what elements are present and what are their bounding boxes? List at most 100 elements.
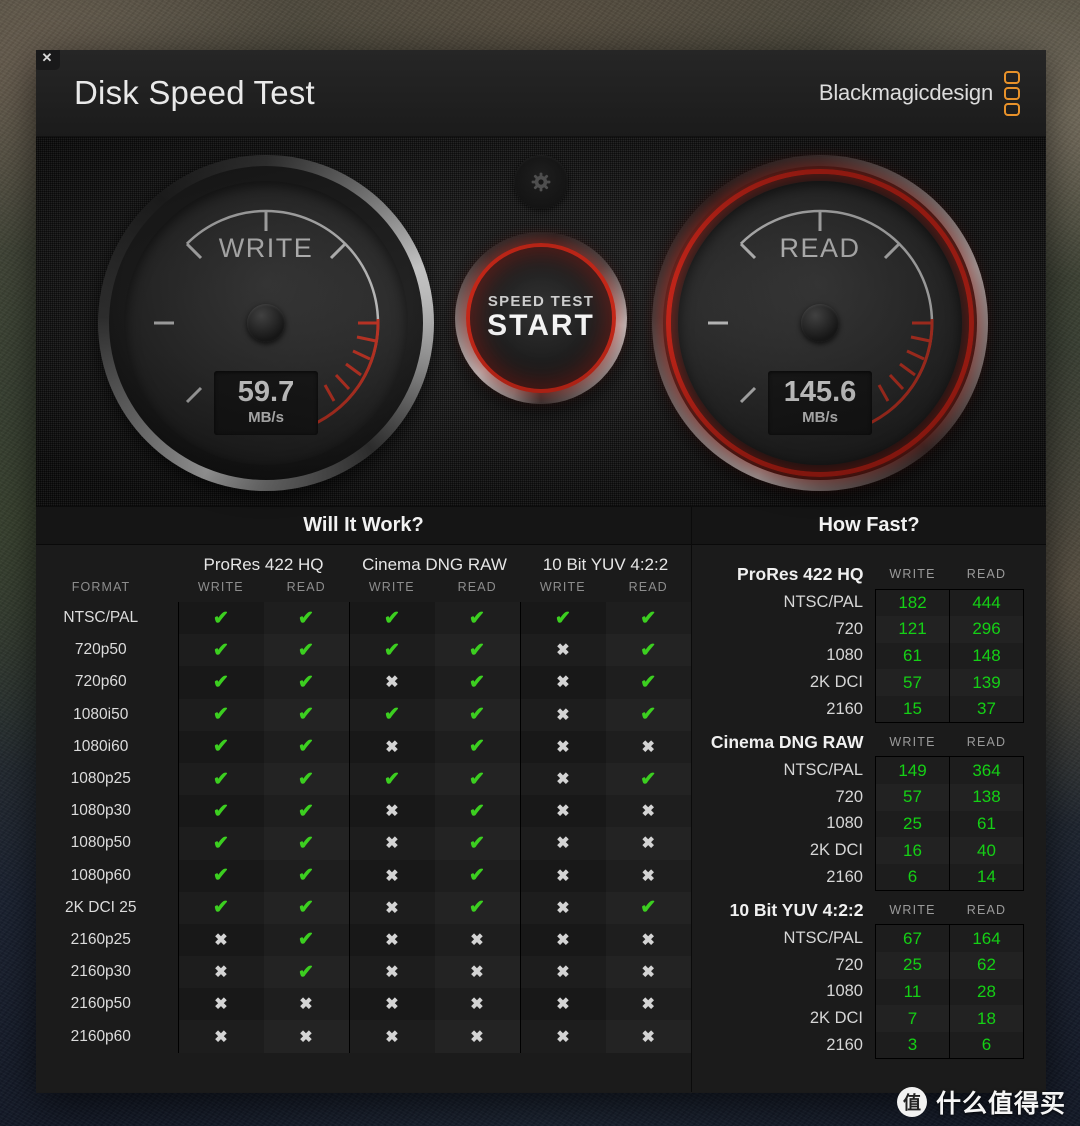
gauge-hub: [801, 304, 839, 342]
window-titlebar: Disk Speed Test Blackmagicdesign: [36, 50, 1046, 136]
row-label: 720: [835, 955, 863, 974]
supported-check-icon: ✔: [177, 666, 264, 699]
table-row: 1080i50 ✔ ✔ ✔ ✔ ✖ ✔: [36, 698, 691, 731]
settings-gear-button[interactable]: [514, 155, 568, 209]
supported-check-icon: ✔: [177, 730, 264, 763]
gauge-panel: WRITE 59.7 MB/s SPEED TEST START READ 14…: [36, 136, 1046, 507]
unsupported-cross-icon: ✖: [177, 956, 264, 989]
supported-check-icon: ✔: [177, 634, 264, 667]
speed-test-start-button[interactable]: SPEED TEST START: [455, 232, 627, 404]
read-speed-value: 164: [949, 924, 1024, 952]
start-button-inner: SPEED TEST START: [466, 243, 616, 393]
start-button-sublabel: SPEED TEST: [487, 293, 595, 310]
supported-check-icon: ✔: [263, 730, 349, 763]
table-row: 2160 3 6: [706, 1032, 1024, 1060]
group-name: 10 Bit YUV 4:2:2: [729, 899, 864, 920]
column-header: READ: [966, 903, 1007, 918]
unsupported-cross-icon: ✖: [519, 891, 606, 924]
wiw-sub-header-write: WRITE: [178, 577, 264, 602]
table-row: 1080p60 ✔ ✔ ✖ ✔ ✖ ✖: [36, 859, 691, 892]
how-fast-title: How Fast?: [692, 507, 1046, 545]
brand: Blackmagicdesign: [818, 70, 1020, 116]
row-label: NTSC/PAL: [783, 592, 863, 611]
unsupported-cross-icon: ✖: [605, 1020, 691, 1053]
read-speed-value: 296: [949, 615, 1024, 643]
supported-check-icon: ✔: [263, 602, 349, 635]
supported-check-icon: ✔: [434, 602, 520, 635]
supported-check-icon: ✔: [434, 634, 520, 667]
table-row: 1080 61 148: [706, 642, 1024, 670]
write-speed-value: 6: [875, 864, 950, 892]
wiw-group-header-row: FORMAT ProRes 422 HQ Cinema DNG RAW 10 B…: [36, 545, 691, 602]
brand-label: Blackmagicdesign: [818, 80, 993, 105]
table-row: 1080p50 ✔ ✔ ✖ ✔ ✖ ✖: [36, 827, 691, 860]
group-name: Cinema DNG RAW: [710, 731, 864, 752]
will-it-work-body: NTSC/PAL ✔ ✔ ✔ ✔ ✔ ✔ 720p50 ✔ ✔ ✔ ✔ ✖ ✔ 720p60 ✔ ✔ ✖ ✔ ✖ ✔ 10…: [36, 602, 691, 1053]
row-label: 720: [835, 619, 863, 638]
how-fast-panel: How Fast? ProRes 422 HQ WRITE READ NTSC/PAL…: [692, 507, 1046, 1092]
supported-check-icon: ✔: [263, 634, 349, 667]
read-gauge-label: READ: [779, 233, 861, 263]
page-title: Disk Speed Test: [74, 74, 315, 111]
write-speed-value: 16: [875, 837, 950, 865]
supported-check-icon: ✔: [263, 795, 349, 828]
write-speed-value: 57: [875, 783, 950, 811]
gear-icon: [531, 172, 551, 192]
unsupported-cross-icon: ✖: [348, 956, 435, 989]
will-it-work-table: FORMAT ProRes 422 HQ Cinema DNG RAW 10 B…: [36, 545, 691, 1053]
row-label: 1080: [826, 646, 863, 665]
write-unit: MB/s: [248, 409, 284, 426]
row-format-label: 720p50: [36, 634, 178, 667]
will-it-work-title: Will It Work?: [36, 507, 691, 545]
row-label: 2160: [826, 868, 863, 887]
supported-check-icon: ✔: [177, 698, 264, 731]
read-gauge: READ 145.6 MB/s: [652, 155, 988, 491]
unsupported-cross-icon: ✖: [605, 730, 691, 763]
supported-check-icon: ✔: [605, 666, 691, 699]
supported-check-icon: ✔: [263, 859, 349, 892]
supported-check-icon: ✔: [177, 795, 264, 828]
unsupported-cross-icon: ✖: [348, 1020, 435, 1053]
table-row: 2160p30 ✖ ✔ ✖ ✖ ✖ ✖: [36, 956, 691, 989]
column-header: READ: [966, 735, 1007, 750]
supported-check-icon: ✔: [263, 923, 349, 957]
write-readout: 59.7 MB/s: [214, 371, 318, 435]
row-label: 1080: [826, 982, 863, 1001]
supported-check-icon: ✔: [434, 666, 520, 699]
row-format-label: 1080p30: [36, 795, 178, 828]
wiw-group-header: Cinema DNG RAW: [349, 545, 520, 577]
unsupported-cross-icon: ✖: [519, 666, 606, 699]
wiw-group-header: 10 Bit YUV 4:2:2: [520, 545, 691, 577]
supported-check-icon: ✔: [177, 891, 264, 924]
row-label: 2K DCI: [809, 1009, 863, 1028]
write-speed-value: 149: [875, 756, 950, 784]
write-speed-value: 3: [875, 1032, 950, 1060]
wiw-sub-header-read: READ: [434, 577, 520, 602]
close-icon[interactable]: ✕: [36, 50, 60, 70]
unsupported-cross-icon: ✖: [263, 988, 349, 1021]
row-format-label: 2160p30: [36, 956, 178, 989]
row-label: 1080: [826, 814, 863, 833]
write-speed-value: 67: [875, 924, 950, 952]
read-readout: 145.6 MB/s: [768, 371, 872, 435]
supported-check-icon: ✔: [177, 602, 264, 635]
write-speed-value: 182: [875, 588, 950, 616]
write-speed-value: 7: [875, 1005, 950, 1033]
row-format-label: 2160p25: [36, 923, 178, 957]
read-speed-value: 18: [949, 1005, 1024, 1033]
row-format-label: 2160p60: [36, 1020, 178, 1053]
supported-check-icon: ✔: [434, 698, 520, 731]
unsupported-cross-icon: ✖: [177, 923, 264, 957]
gauge-hub: [247, 304, 285, 342]
unsupported-cross-icon: ✖: [519, 1020, 606, 1053]
write-value: 59.7: [237, 376, 295, 409]
unsupported-cross-icon: ✖: [434, 923, 520, 957]
row-format-label: 1080p60: [36, 859, 178, 892]
supported-check-icon: ✔: [348, 602, 435, 635]
unsupported-cross-icon: ✖: [348, 730, 435, 763]
supported-check-icon: ✔: [348, 762, 435, 796]
row-format-label: 1080p50: [36, 827, 178, 860]
supported-check-icon: ✔: [605, 634, 691, 667]
group-name: ProRes 422 HQ: [737, 564, 864, 584]
row-format-label: 2K DCI 25: [36, 891, 178, 924]
